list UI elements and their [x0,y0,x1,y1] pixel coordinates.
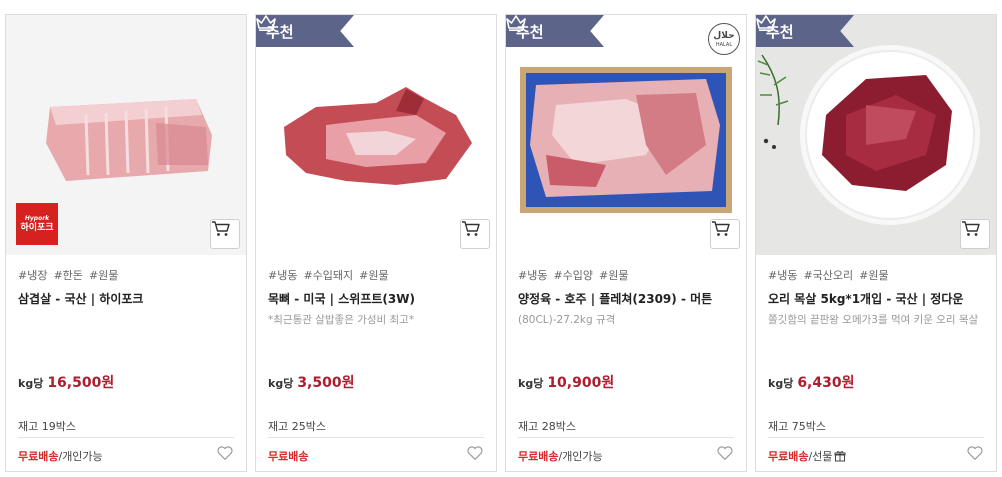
free-shipping-label: 무료배송 [768,450,809,463]
recommended-badge: 추천 [756,15,854,47]
free-shipping-label: 무료배송 [18,450,59,463]
crown-icon [756,15,776,31]
cart-icon [712,221,730,236]
heart-icon[interactable] [716,444,734,462]
free-shipping-label: 무료배송 [268,450,309,463]
divider [18,437,234,438]
product-name[interactable]: 목뼈 - 미국 | 스위프트(3W) [268,290,486,307]
product-tags: #냉동 #국산오리 #원물 [768,267,889,283]
product-name[interactable]: 삼겹살 - 국산 | 하이포크 [18,290,236,307]
heart-icon[interactable] [466,444,484,462]
tag[interactable]: #원물 [859,267,888,283]
product-card[interactable]: 추천 #냉동 #국산오리 #원물 오리 목살 5kg*1개입 - 국산 | 정다… [755,14,997,472]
product-image[interactable]: 추천 [256,15,496,255]
product-tags: #냉동 #수입양 #원물 [518,267,629,283]
price-unit: kg당 [518,377,544,390]
product-image[interactable]: Hypork 하이포크 [6,15,246,255]
add-to-cart-button[interactable] [710,219,740,249]
tag[interactable]: #원물 [599,267,628,283]
stock-status: 재고 75박스 [768,420,826,433]
tag[interactable]: #국산오리 [803,267,853,283]
gift-icon [834,451,846,462]
price: kg당 3,500원 [268,372,354,392]
tag[interactable]: #한돈 [53,267,82,283]
product-name[interactable]: 양정육 - 호주 | 플레쳐(2309) - 머튼 [518,290,736,307]
price: kg당 10,900원 [518,372,614,392]
hypork-logo: Hypork 하이포크 [16,203,58,245]
tag[interactable]: #수입양 [553,267,593,283]
tag[interactable]: #수입돼지 [303,267,353,283]
crown-icon [256,15,276,31]
product-name[interactable]: 오리 목살 5kg*1개입 - 국산 | 정다운 [768,290,986,307]
cart-icon [962,221,980,236]
free-shipping-label: 무료배송 [518,450,559,463]
halal-logo: حلال HALAL [708,23,740,55]
tag[interactable]: #냉동 [268,267,297,283]
divider [518,437,734,438]
shipping-extra: /개인가능 [558,450,603,463]
product-card[interactable]: 추천 حلال HALAL #냉동 #수입양 #원물 양정육 - 호주 | 플레… [505,14,747,472]
price-unit: kg당 [268,377,294,390]
heart-icon[interactable] [216,444,234,462]
tag[interactable]: #원물 [359,267,388,283]
add-to-cart-button[interactable] [210,219,240,249]
tag[interactable]: #냉장 [18,267,47,283]
shipping-info: 무료배송 [268,448,308,464]
tag[interactable]: #원물 [89,267,118,283]
price-unit: kg당 [768,377,794,390]
tag[interactable]: #냉동 [518,267,547,283]
shipping-extra: /개인가능 [58,450,103,463]
product-subtitle: 쫄깃함의 끝판왕 오메가3를 먹여 키운 오리 목살 [768,314,979,326]
product-image[interactable]: 추천 [756,15,996,255]
product-card[interactable]: 추천 #냉동 #수입돼지 #원물 목뼈 - 미국 | 스위프트(3W) *최근통… [255,14,497,472]
divider [768,437,984,438]
stock-status: 재고 19박스 [18,420,76,433]
price: kg당 6,430원 [768,372,854,392]
price-amount: 6,430원 [797,375,855,391]
shipping-info: 무료배송 /개인가능 [518,448,603,464]
tag[interactable]: #냉동 [768,267,797,283]
shipping-info: 무료배송 /선물 [768,448,846,464]
recommended-badge: 추천 [256,15,354,47]
cart-icon [462,221,480,236]
product-tags: #냉장 #한돈 #원물 [18,267,118,283]
stock-status: 재고 25박스 [268,420,326,433]
crown-icon [506,15,526,31]
add-to-cart-button[interactable] [960,219,990,249]
price-amount: 10,900원 [547,375,615,391]
product-card[interactable]: Hypork 하이포크 #냉장 #한돈 #원물 삼겹살 - 국산 | 하이포크 … [5,14,247,472]
shipping-extra: /선물 [808,450,833,463]
price-unit: kg당 [18,377,44,390]
recommended-badge: 추천 [506,15,604,47]
price-amount: 16,500원 [47,375,115,391]
divider [268,437,484,438]
product-image[interactable]: 추천 حلال HALAL [506,15,746,255]
cart-icon [212,221,230,236]
price-amount: 3,500원 [297,375,355,391]
stock-status: 재고 28박스 [518,420,576,433]
heart-icon[interactable] [966,444,984,462]
shipping-info: 무료배송 /개인가능 [18,448,103,464]
product-subtitle: (80CL)-27.2kg 규격 [518,314,616,326]
price: kg당 16,500원 [18,372,114,392]
product-tags: #냉동 #수입돼지 #원물 [268,267,389,283]
add-to-cart-button[interactable] [460,219,490,249]
product-subtitle: *최근통관 살밥좋은 가성비 최고* [268,314,415,326]
